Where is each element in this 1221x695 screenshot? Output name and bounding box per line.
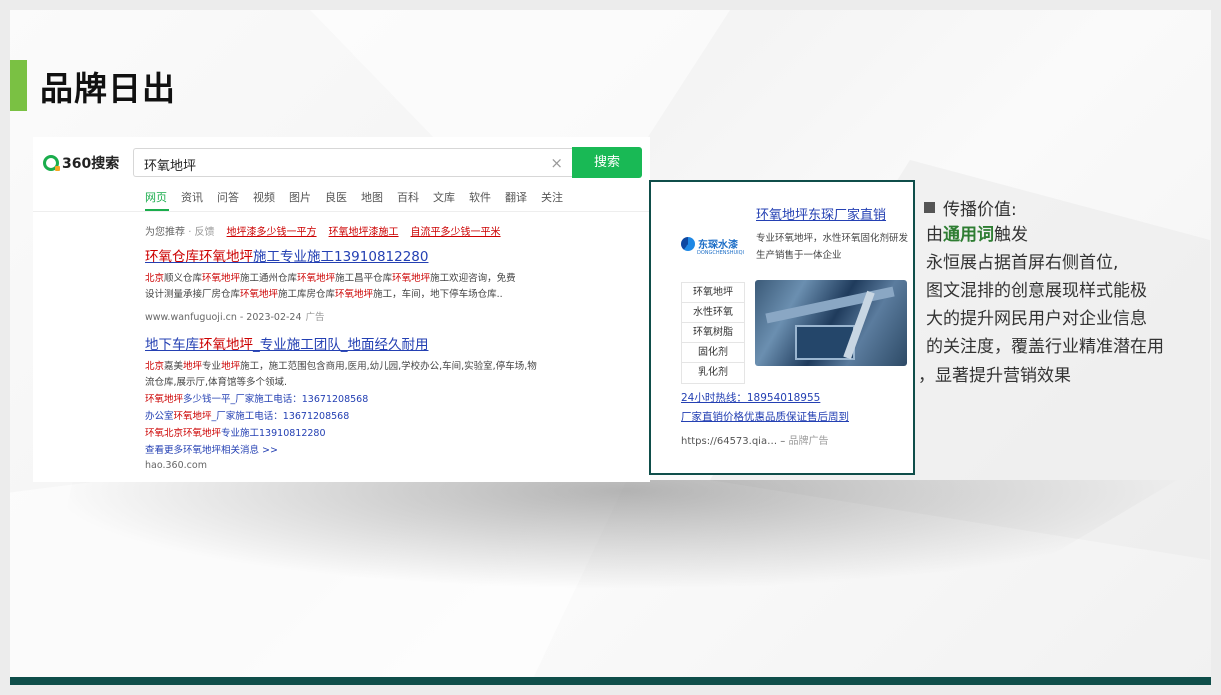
keyword-highlight: 通用词 <box>943 225 994 245</box>
slide: 品牌日出 360搜索 环氧地坪 × 搜索 网页 资讯 问答 视频 图片 良医 地… <box>10 10 1211 685</box>
result-description: 北京顺义仓库环氧地坪施工通州仓库环氧地坪施工昌平仓库环氧地坪施工欢迎咨询，免费 … <box>145 273 516 300</box>
ad-title-link[interactable]: 环氧地坪东琛厂家直销 <box>756 204 886 223</box>
footer-bar <box>10 677 1211 685</box>
suggestions-row: 为您推荐 · 反馈 地坪漆多少钱一平方 环氧地坪漆施工 自流平多少钱一平米 <box>145 223 501 238</box>
more-news-link[interactable]: 查看更多环氧地坪相关消息 >> <box>145 443 645 459</box>
product-item[interactable]: 环氧地坪 <box>682 283 744 303</box>
result-description: 北京嘉美地坪专业地坪施工，施工范围包含商用,医用,幼儿园,学校办公,车间,实验室… <box>145 361 537 388</box>
search-button[interactable]: 搜索 <box>572 147 642 178</box>
tab-qa[interactable]: 问答 <box>217 189 239 205</box>
suggestion-link[interactable]: 环氧地坪漆施工 <box>329 223 399 238</box>
tab-translate[interactable]: 翻译 <box>505 189 527 205</box>
search-logo[interactable]: 360搜索 <box>43 153 119 173</box>
ad-url: https://64573.qia… – 品牌广告 <box>681 436 829 447</box>
product-item[interactable]: 水性环氧 <box>682 303 744 323</box>
tab-doctor[interactable]: 良医 <box>325 189 347 205</box>
tabs-divider <box>33 211 650 212</box>
brand-subtitle: DONGCHENSHUIQI <box>697 250 745 256</box>
sitelink[interactable]: 环氧北京环氧地坪专业施工13910812280 <box>145 425 645 443</box>
search-input[interactable]: 环氧地坪 × <box>133 148 573 177</box>
value-heading: 传播价值: <box>924 195 1017 220</box>
hotline-link[interactable]: 24小时热线：18954018955 <box>681 390 820 405</box>
tab-follow[interactable]: 关注 <box>541 189 563 205</box>
result-title-link[interactable]: 地下车库环氧地坪_专业施工团队_地面经久耐用 <box>145 333 645 353</box>
tab-baike[interactable]: 百科 <box>397 189 419 205</box>
suggestion-link[interactable]: 自流平多少钱一平米 <box>411 223 501 238</box>
result-url: www.wanfuguoji.cn - 2023-02-24 广告 <box>145 312 325 323</box>
search-query: 环氧地坪 <box>144 159 197 174</box>
360-logo-icon <box>43 155 60 171</box>
product-image[interactable] <box>755 280 907 366</box>
panel-shadow <box>50 480 1177 590</box>
product-item[interactable]: 乳化剂 <box>682 363 744 383</box>
tab-images[interactable]: 图片 <box>289 189 311 205</box>
sitelink[interactable]: 环氧地坪多少钱一平_厂家施工电话：13671208568 <box>145 391 645 409</box>
title-accent-bar <box>10 60 27 111</box>
product-list: 环氧地坪 水性环氧 环氧树脂 固化剂 乳化剂 <box>681 282 745 384</box>
clear-icon[interactable]: × <box>550 154 563 172</box>
tab-wenku[interactable]: 文库 <box>433 189 455 205</box>
suggest-label: 为您推荐 · 反馈 <box>145 227 215 238</box>
tab-software[interactable]: 软件 <box>469 189 491 205</box>
brand-logo-icon <box>681 236 695 251</box>
value-last-line: ，显著提升营销效果 <box>918 366 1071 386</box>
square-bullet-icon <box>924 202 935 213</box>
brand-ad-frame: 环氧地坪东琛厂家直销 东琛水漆 DONGCHENSHUIQI 专业环氧地坪，水性… <box>649 180 915 475</box>
suggestion-link[interactable]: 地坪漆多少钱一平方 <box>227 223 317 238</box>
product-item[interactable]: 环氧树脂 <box>682 323 744 343</box>
search-results-panel: 360搜索 环氧地坪 × 搜索 网页 资讯 问答 视频 图片 良医 地图 百科 … <box>33 137 650 482</box>
result-source: hao.360.com <box>145 460 207 471</box>
search-result: 环氧仓库环氧地坪施工专业施工13910812280 北京顺义仓库环氧地坪施工通州… <box>145 245 645 323</box>
result-title-link[interactable]: 环氧仓库环氧地坪施工专业施工13910812280 <box>145 245 645 265</box>
tab-video[interactable]: 视频 <box>253 189 275 205</box>
search-tabs: 网页 资讯 问答 视频 图片 良医 地图 百科 文库 软件 翻译 关注 <box>145 189 563 205</box>
tab-web[interactable]: 网页 <box>145 189 167 205</box>
product-item[interactable]: 固化剂 <box>682 343 744 363</box>
brand-logo[interactable]: 东琛水漆 <box>681 236 738 251</box>
slide-title: 品牌日出 <box>40 69 176 108</box>
brand-ad-card: 环氧地坪东琛厂家直销 东琛水漆 DONGCHENSHUIQI 专业环氧地坪，水性… <box>671 190 911 466</box>
tab-news[interactable]: 资讯 <box>181 189 203 205</box>
brand-name: 东琛水漆 <box>698 240 738 251</box>
ad-description: 专业环氧地坪，水性环氧固化剂研发生产销售于一体企业 <box>756 233 909 261</box>
sitelink[interactable]: 办公室环氧地坪_厂家施工电话：13671208568 <box>145 409 645 425</box>
logo-text: 360搜索 <box>62 156 120 172</box>
value-description: 由通用词触发 永恒展占据首屏右侧首位, 图文混排的创意展现样式能极 大的提升网民… <box>926 225 1164 357</box>
promo-link[interactable]: 厂家直销价格优惠品质保证售后周到 <box>681 409 849 424</box>
search-result: 地下车库环氧地坪_专业施工团队_地面经久耐用 北京嘉美地坪专业地坪施工，施工范围… <box>145 333 645 473</box>
tab-map[interactable]: 地图 <box>361 189 383 205</box>
